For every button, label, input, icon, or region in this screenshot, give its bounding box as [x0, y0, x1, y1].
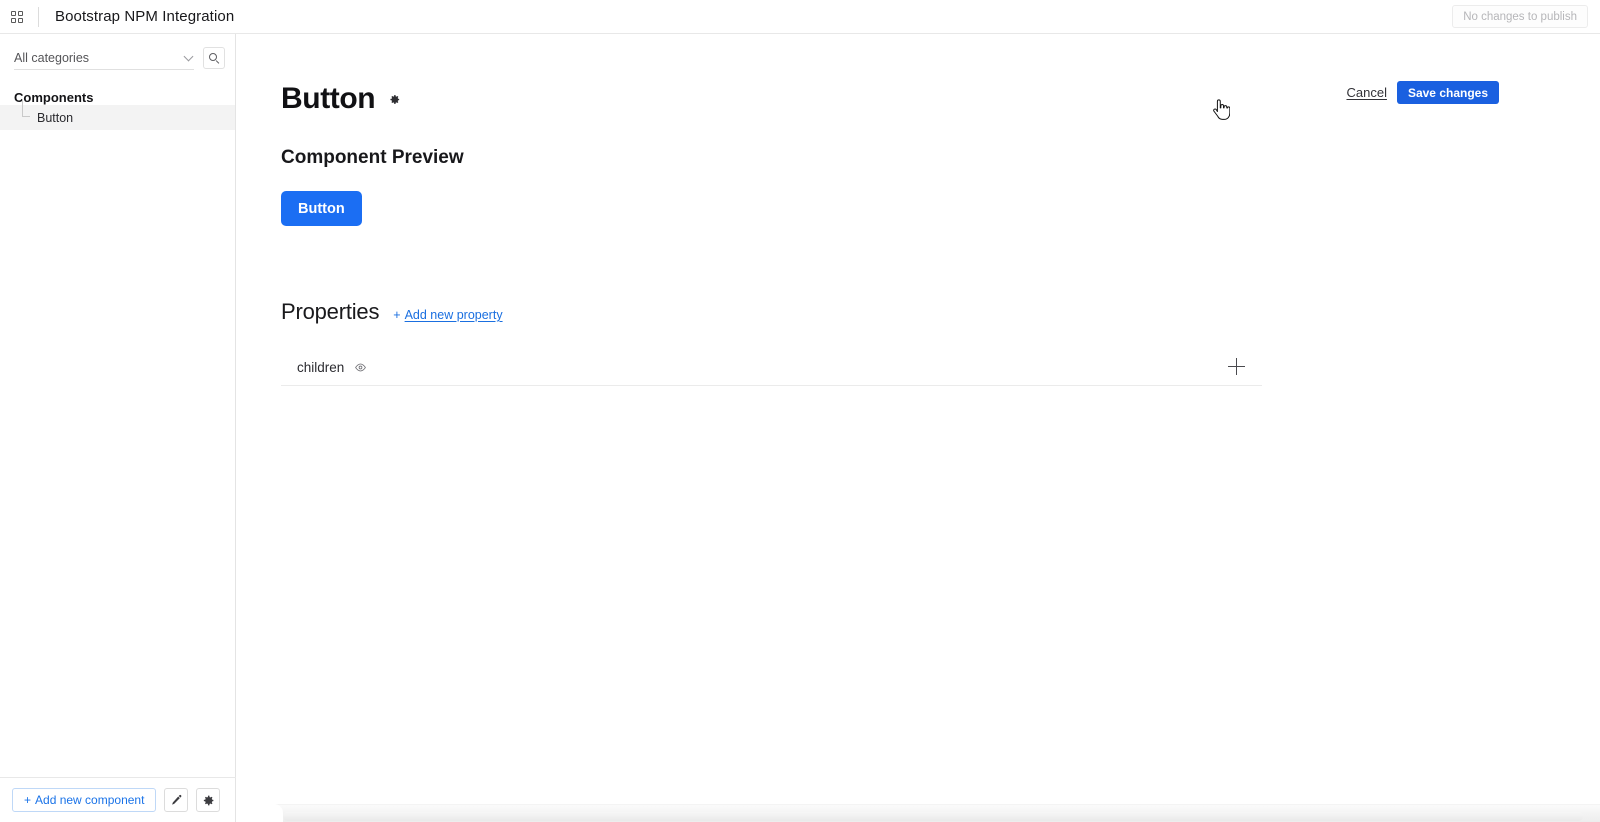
gear-icon — [203, 795, 214, 805]
sidebar: All categories Components Button + Add n… — [0, 34, 236, 822]
plus-icon: + — [24, 793, 32, 807]
scrollbar-corner — [237, 804, 283, 822]
cancel-button[interactable]: Cancel — [1346, 85, 1386, 100]
edit-button[interactable] — [164, 788, 189, 812]
search-button[interactable] — [203, 47, 225, 69]
add-new-property-link[interactable]: + Add new property — [393, 308, 502, 322]
sidebar-item-button[interactable]: Button — [0, 99, 235, 130]
category-select[interactable]: All categories — [14, 46, 194, 70]
gear-icon — [390, 94, 400, 104]
horizontal-scrollbar[interactable] — [237, 804, 1600, 822]
properties-title: Properties — [281, 299, 380, 324]
plus-icon: + — [393, 308, 401, 322]
sidebar-footer: + Add new component — [0, 777, 236, 822]
chevron-down-icon — [183, 51, 194, 62]
top-bar: Bootstrap NPM Integration No changes to … — [0, 0, 1600, 34]
preview-button[interactable]: Button — [281, 191, 362, 226]
table-row[interactable]: children — [281, 349, 1262, 386]
app-title: Bootstrap NPM Integration — [55, 8, 235, 25]
tree-elbow-connector — [22, 99, 30, 117]
page-title: Button — [281, 82, 376, 115]
header-actions: Cancel Save changes — [1346, 81, 1499, 104]
publish-button[interactable]: No changes to publish — [1452, 5, 1588, 28]
add-property-value-button[interactable] — [1228, 358, 1246, 376]
horizontal-scrollbar-thumb[interactable] — [283, 812, 1583, 821]
properties-table: children — [281, 349, 1262, 386]
properties-header: Properties + Add new property — [281, 299, 1600, 325]
search-icon — [208, 52, 220, 64]
add-new-component-label: Add new component — [35, 793, 145, 807]
grid-icon — [11, 10, 23, 23]
save-changes-button[interactable]: Save changes — [1396, 81, 1499, 104]
component-settings-button[interactable] — [388, 93, 401, 106]
settings-button[interactable] — [196, 788, 221, 812]
sidebar-item-label: Button — [37, 110, 74, 125]
topbar-divider — [38, 6, 39, 27]
components-heading: Components — [14, 90, 94, 105]
add-new-property-label: Add new property — [404, 308, 503, 322]
component-preview-title: Component Preview — [281, 147, 464, 168]
apps-grid-button[interactable] — [0, 0, 34, 34]
eye-icon[interactable] — [354, 361, 367, 374]
pencil-icon — [172, 794, 182, 805]
category-select-value: All categories — [14, 50, 90, 65]
add-new-component-button[interactable]: + Add new component — [12, 788, 157, 812]
sidebar-search-row: All categories — [0, 34, 235, 70]
main-content: Button Component Preview Button Properti… — [237, 34, 1600, 822]
component-preview-area: Button — [281, 191, 1600, 226]
property-name: children — [297, 359, 345, 375]
